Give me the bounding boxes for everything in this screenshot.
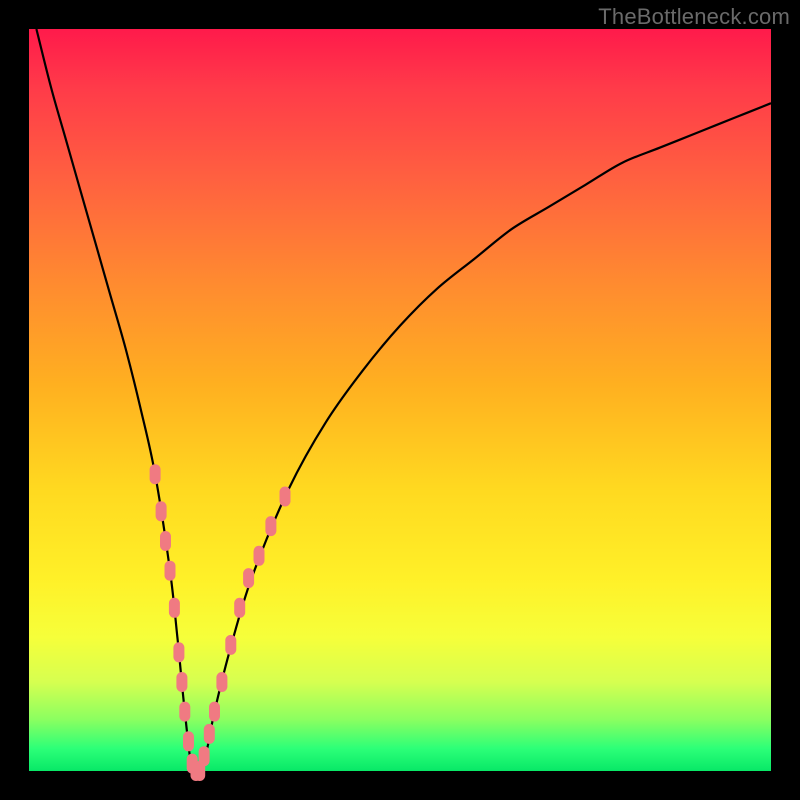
- marker-point: [179, 702, 190, 722]
- marker-point: [225, 635, 236, 655]
- marker-point: [176, 672, 187, 692]
- marker-point: [280, 487, 291, 507]
- marker-point: [183, 731, 194, 751]
- marker-point: [165, 561, 176, 581]
- bottleneck-curve: [36, 29, 771, 776]
- marker-point: [160, 531, 171, 551]
- marker-point: [265, 516, 276, 536]
- marker-point: [254, 546, 265, 566]
- watermark-text: TheBottleneck.com: [598, 4, 790, 30]
- marker-point: [216, 672, 227, 692]
- marker-point: [169, 598, 180, 618]
- marker-point: [156, 501, 167, 521]
- marker-point: [173, 642, 184, 662]
- highlight-markers: [150, 464, 291, 781]
- marker-point: [209, 702, 220, 722]
- marker-point: [243, 568, 254, 588]
- chart-frame: TheBottleneck.com: [0, 0, 800, 800]
- marker-point: [204, 724, 215, 744]
- curve-layer: [36, 29, 771, 776]
- chart-svg: [29, 29, 771, 771]
- marker-point: [199, 746, 210, 766]
- marker-point: [150, 464, 161, 484]
- marker-point: [234, 598, 245, 618]
